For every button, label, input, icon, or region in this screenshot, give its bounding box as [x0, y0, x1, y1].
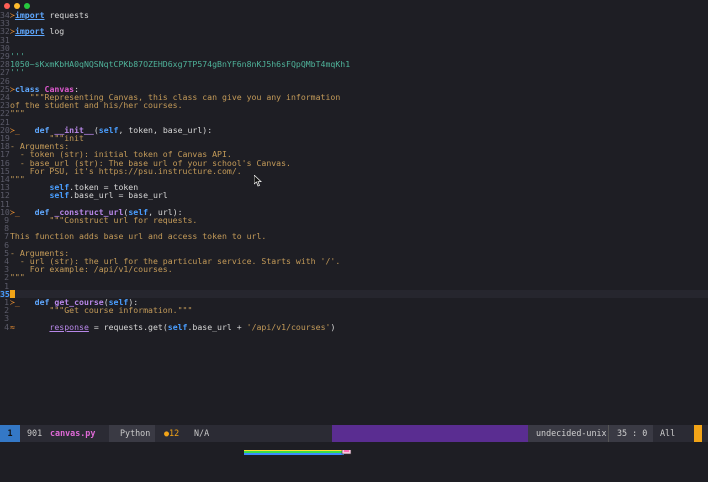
code-line[interactable]: 6: [0, 240, 708, 248]
code-line[interactable]: 9 """Construct url for requests.: [0, 216, 708, 224]
code-line[interactable]: 22""": [0, 109, 708, 117]
code-editor[interactable]: 34≻import requests 33 32≻import log 31 30 29'…: [0, 11, 708, 425]
code-line[interactable]: 30: [0, 44, 708, 52]
code-line[interactable]: 33: [0, 19, 708, 27]
code-token: '/api/v1/courses': [246, 321, 331, 332]
encoding: undecided-unix: [536, 428, 607, 438]
line-number: 4: [4, 321, 9, 332]
code-line[interactable]: 20≻_ def __init__(self, token, base_url)…: [0, 126, 708, 134]
code-line[interactable]: 1: [0, 281, 708, 289]
code-line[interactable]: 27''': [0, 68, 708, 76]
cursor-position: 35 : 0: [617, 428, 648, 438]
file-size: 901: [27, 428, 43, 438]
code-line[interactable]: 4≈ response = requests.get(self.base_url…: [0, 321, 708, 332]
code-line[interactable]: 281050~sKxmKbHA0qNQSNqtCPKb87OZEHD6xg7TP…: [0, 60, 708, 68]
code-token: ): [330, 321, 336, 332]
code-line[interactable]: 3 For example: /api/v1/courses.: [0, 265, 708, 273]
code-line[interactable]: 2""": [0, 273, 708, 281]
scroll-position: All: [660, 428, 676, 438]
title-bar: [0, 0, 708, 11]
close-window-button[interactable]: [4, 3, 10, 9]
nyan-cat-progress: [224, 425, 352, 455]
buffer-filename: canvas.py: [50, 428, 96, 438]
vc-status: N/A: [194, 428, 210, 438]
window-number: 1: [0, 425, 20, 442]
code-line[interactable]: 31: [0, 35, 708, 43]
code-token: response: [49, 321, 89, 332]
mouse-pointer-icon: [254, 175, 262, 187]
code-line[interactable]: 2 """Get course information.""": [0, 306, 708, 314]
major-mode: Python: [120, 428, 151, 438]
code-line[interactable]: 12 self.base_url = base_url: [0, 191, 708, 199]
maximize-window-button[interactable]: [24, 3, 30, 9]
code-line[interactable]: 26: [0, 76, 708, 84]
code-token: = requests.get(: [88, 321, 168, 332]
code-line[interactable]: 7This function adds base url and access …: [0, 232, 708, 240]
code-line[interactable]: 34≻import requests: [0, 11, 708, 19]
status-bar: 1 901 canvas.py Python ●12 N/A undecided…: [0, 425, 708, 455]
code-token: self: [167, 321, 188, 332]
minimize-window-button[interactable]: [14, 3, 20, 9]
code-line[interactable]: 32≻import log: [0, 27, 708, 35]
code-line[interactable]: 15 For PSU, it's https://psu.instructure…: [0, 167, 708, 175]
code-line[interactable]: 23of the student and his/her courses.: [0, 101, 708, 109]
code-token: .base_url +: [187, 321, 247, 332]
flycheck-warnings[interactable]: ●12: [164, 425, 179, 442]
code-line[interactable]: 19 """init: [0, 134, 708, 142]
